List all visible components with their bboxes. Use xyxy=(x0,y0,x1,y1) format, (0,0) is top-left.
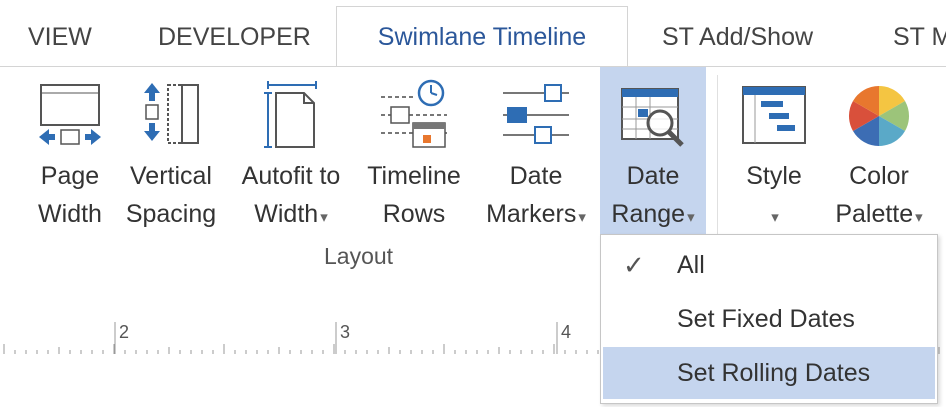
style-label: Style xyxy=(746,162,802,190)
style-button[interactable]: Style ▾ xyxy=(728,67,820,239)
vertical-spacing-icon xyxy=(144,83,199,144)
page-width-label-2: Width xyxy=(38,200,102,228)
page-width-label-1: Page xyxy=(40,162,100,190)
date-markers-button[interactable]: Date Markers ▾ xyxy=(474,67,598,239)
timeline-rows-label-2: Rows xyxy=(382,200,446,228)
color-palette-label-2-text: Palette xyxy=(835,200,914,228)
autofit-label-2: Width ▾ xyxy=(229,199,353,233)
tab-view[interactable]: VIEW xyxy=(28,0,92,66)
date-markers-label-2-text: Markers xyxy=(486,200,577,228)
tab-st-m[interactable]: ST M xyxy=(893,0,946,66)
date-range-button[interactable]: Date Range ▾ xyxy=(600,67,706,239)
group-label-layout: Layout xyxy=(324,243,394,269)
chevron-down-icon: ▾ xyxy=(320,209,328,226)
menu-item-all-label: All xyxy=(677,251,705,279)
tab-developer[interactable]: DEVELOPER xyxy=(158,0,311,66)
menu-item-set-rolling-dates[interactable]: Set Rolling Dates xyxy=(603,347,935,399)
timeline-rows-label-1: Timeline xyxy=(367,162,461,190)
color-palette-label-1: Color xyxy=(849,162,909,190)
timeline-rows-icon xyxy=(381,79,447,148)
date-markers-label-1: Date xyxy=(509,162,563,190)
vertical-spacing-label-2: Spacing xyxy=(125,200,217,228)
color-palette-button[interactable]: Color Palette ▾ xyxy=(826,67,932,239)
ruler-label-2: 2 xyxy=(119,322,129,342)
date-range-label-2: Range ▾ xyxy=(600,199,706,233)
date-markers-label-2: Markers ▾ xyxy=(474,199,598,233)
style-icon xyxy=(742,86,806,144)
checkmark-icon: ✓ xyxy=(623,250,645,280)
date-range-dropdown-menu: ✓ All Set Fixed Dates Set Rolling Dates xyxy=(600,234,938,404)
date-range-label-2-text: Range xyxy=(611,200,686,228)
color-palette-icon xyxy=(848,85,910,146)
vertical-spacing-label-1: Vertical xyxy=(130,162,212,190)
autofit-to-width-button[interactable]: Autofit to Width ▾ xyxy=(229,67,353,239)
autofit-label-1: Autofit to xyxy=(241,162,341,190)
autofit-label-2-text: Width xyxy=(254,200,319,228)
ribbon-tab-bar: VIEW DEVELOPER Swimlane Timeline ST Add/… xyxy=(0,0,946,69)
vertical-spacing-button[interactable]: Vertical Spacing xyxy=(123,67,219,239)
chevron-down-icon: ▾ xyxy=(915,209,923,226)
menu-item-set-fixed-dates[interactable]: Set Fixed Dates xyxy=(603,293,935,345)
chevron-down-icon: ▾ xyxy=(578,209,586,226)
date-range-icon xyxy=(621,88,684,147)
date-range-label-1: Date xyxy=(626,162,680,190)
date-markers-icon xyxy=(503,84,569,144)
style-caret-row: ▾ xyxy=(728,199,820,233)
tab-swimlane-timeline[interactable]: Swimlane Timeline xyxy=(336,6,628,69)
page-width-button[interactable]: Page Width xyxy=(30,67,110,239)
timeline-rows-button[interactable]: Timeline Rows xyxy=(358,67,470,239)
menu-item-set-rolling-dates-label: Set Rolling Dates xyxy=(677,359,871,387)
autofit-icon xyxy=(264,81,317,148)
page-width-icon xyxy=(39,84,101,145)
chevron-down-icon: ▾ xyxy=(771,209,779,226)
color-palette-label-2: Palette ▾ xyxy=(826,199,932,233)
chevron-down-icon: ▾ xyxy=(687,209,695,226)
ruler-label-3: 3 xyxy=(340,322,350,342)
tab-st-add-show[interactable]: ST Add/Show xyxy=(662,0,813,66)
menu-item-set-fixed-dates-label: Set Fixed Dates xyxy=(677,305,855,333)
ruler-label-4: 4 xyxy=(561,322,571,342)
menu-item-all[interactable]: ✓ All xyxy=(603,239,935,291)
